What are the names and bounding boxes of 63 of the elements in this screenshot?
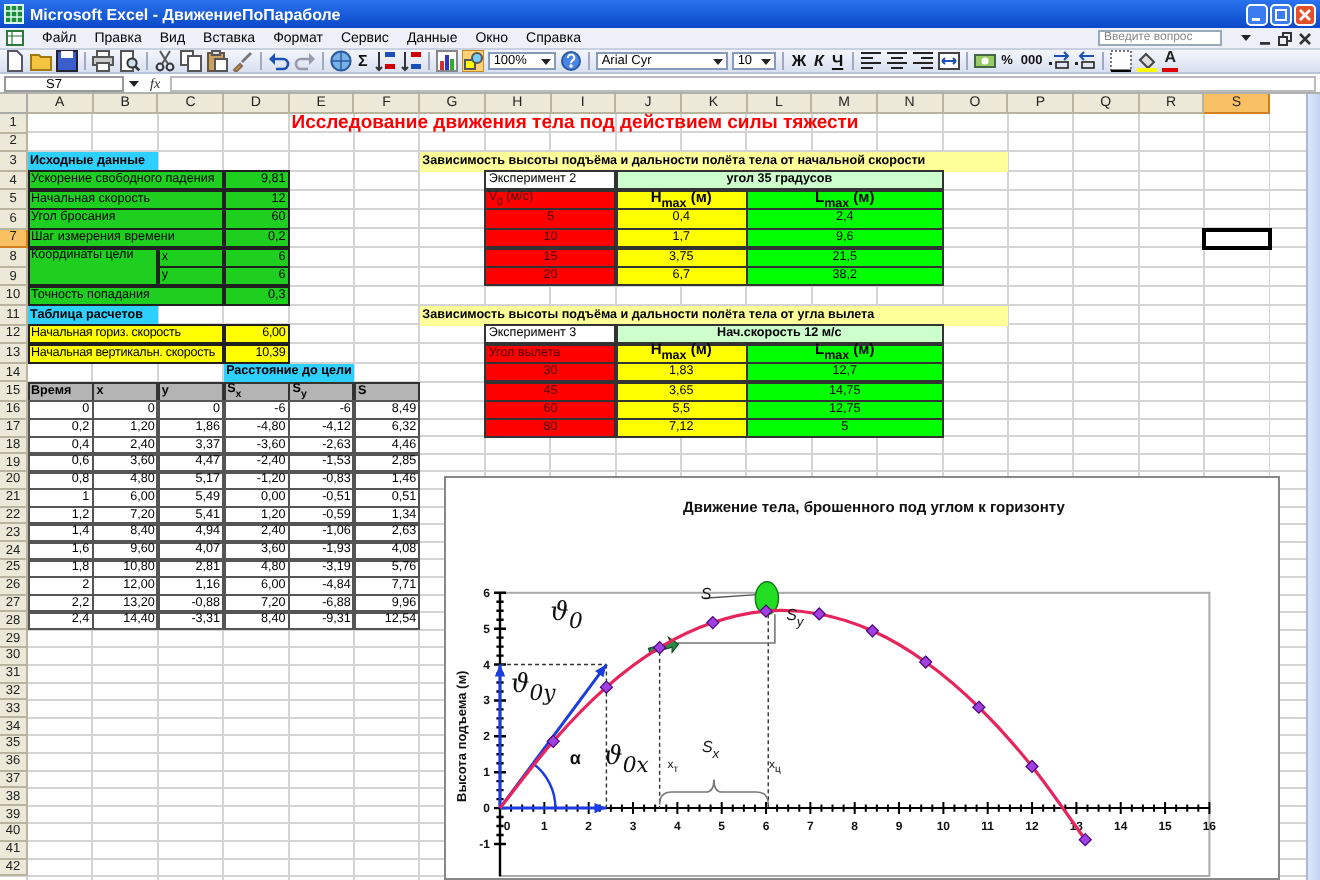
globe-icon[interactable] (330, 50, 352, 72)
fill-color-icon[interactable] (1136, 50, 1159, 72)
distance-line (676, 613, 776, 644)
align-left-icon[interactable] (859, 50, 882, 72)
align-right-icon[interactable] (911, 50, 934, 72)
currency-icon[interactable] (973, 50, 996, 72)
close-button[interactable] (1294, 3, 1316, 25)
data-point (546, 734, 561, 749)
brace-drawing (658, 778, 770, 806)
sort-ascending-icon[interactable] (373, 50, 396, 72)
data-point (759, 604, 773, 618)
sort-descending-icon[interactable] (399, 50, 422, 72)
data-point (1078, 832, 1093, 847)
data-point (652, 640, 667, 655)
annotation-label: S$_{x}$ (701, 739, 720, 763)
copy-icon[interactable] (180, 50, 202, 72)
maximize-button[interactable] (1270, 3, 1292, 25)
underline-button[interactable]: Ч (829, 51, 846, 71)
data-point (972, 700, 986, 715)
align-center-icon[interactable] (885, 50, 908, 72)
scissors-icon[interactable] (154, 50, 176, 72)
data-point (812, 607, 827, 621)
spreadsheet-icon (4, 4, 24, 24)
angle-arc (532, 762, 557, 809)
annotation-label: S$_{y}$ (786, 606, 804, 630)
minimize-button[interactable] (1246, 3, 1268, 25)
restore-icon[interactable] (1278, 31, 1292, 45)
data-point (599, 680, 614, 694)
borders-icon[interactable] (1110, 50, 1133, 72)
italic-button[interactable]: К (812, 51, 826, 71)
window-title: Microsoft Excel - ДвижениеПоПараболе (30, 5, 343, 23)
printer-icon[interactable] (92, 50, 114, 72)
close-icon[interactable] (1298, 31, 1312, 45)
annotation-label: S (700, 584, 712, 603)
sheet-menu-icon[interactable] (6, 30, 24, 46)
sheet-title: Исследование движения тела под действием силы тяжести (289, 114, 861, 134)
print-preview-icon[interactable] (118, 50, 140, 72)
selected-cell[interactable] (1202, 227, 1273, 251)
caret-icon (539, 55, 552, 67)
merge-center-icon[interactable] (937, 50, 960, 72)
increase-decimal-icon[interactable] (1048, 50, 1071, 72)
shapes-icon[interactable] (461, 50, 484, 72)
data-point (918, 655, 933, 669)
annotation-label: ϑ$_{0}$ (550, 598, 583, 634)
caret-icon (711, 55, 724, 67)
annotation-label: ϑ$_{0x}$ (604, 742, 649, 778)
caret-icon (759, 55, 772, 67)
data-point (705, 615, 720, 630)
data-point (1025, 759, 1039, 774)
bold-button[interactable]: Ж (789, 51, 809, 71)
annotation-label: ϑ$_{0y}$ (510, 670, 556, 706)
vertical-scrollbar[interactable] (1306, 94, 1320, 880)
help-icon[interactable] (559, 50, 582, 72)
undo-icon[interactable] (268, 50, 290, 72)
data-point (865, 624, 880, 638)
annotation-label: α (569, 747, 581, 768)
autosum-button[interactable]: Σ (356, 51, 370, 71)
formula-field[interactable] (170, 75, 1316, 91)
decrease-decimal-icon[interactable] (1074, 50, 1097, 72)
paste-icon[interactable] (206, 50, 228, 72)
bar-chart-icon[interactable] (435, 50, 458, 72)
caret-icon[interactable] (1240, 32, 1252, 44)
brush-icon[interactable] (232, 50, 254, 72)
